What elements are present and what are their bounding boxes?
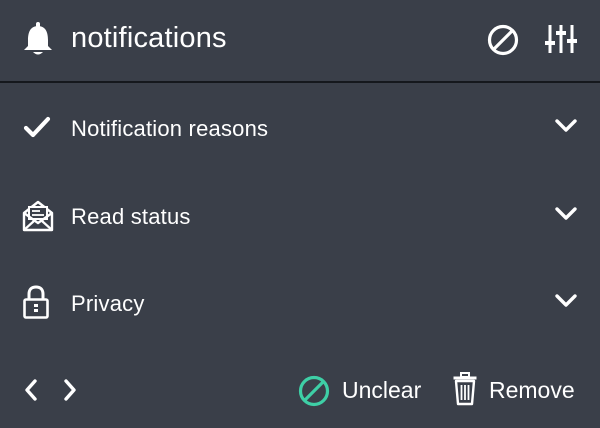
notifications-panel: notifications Notification reasons Read … [0, 0, 600, 428]
unclear-icon [298, 375, 330, 407]
section-read-status[interactable]: Read status [0, 173, 600, 261]
section-notification-reasons[interactable]: Notification reasons [0, 85, 600, 173]
section-label: Privacy [71, 291, 145, 316]
chevron-right-icon[interactable] [62, 378, 78, 402]
sliders-icon[interactable] [544, 22, 578, 56]
chevron-down-icon[interactable] [554, 206, 578, 222]
bell-icon [24, 22, 52, 55]
chevron-left-icon[interactable] [23, 378, 39, 402]
unclear-label: Unclear [342, 377, 422, 403]
page-title: notifications [71, 22, 227, 54]
checkmark-icon [23, 116, 51, 138]
lock-icon [23, 285, 49, 319]
trash-icon [453, 372, 477, 406]
panel-header: notifications [0, 0, 600, 83]
section-label: Read status [71, 204, 191, 229]
remove-label: Remove [489, 377, 575, 403]
open-envelope-icon [22, 200, 54, 232]
chevron-down-icon[interactable] [554, 293, 578, 309]
section-label: Notification reasons [71, 116, 269, 141]
chevron-down-icon[interactable] [554, 118, 578, 134]
section-privacy[interactable]: Privacy [0, 260, 600, 348]
block-icon[interactable] [486, 23, 520, 57]
